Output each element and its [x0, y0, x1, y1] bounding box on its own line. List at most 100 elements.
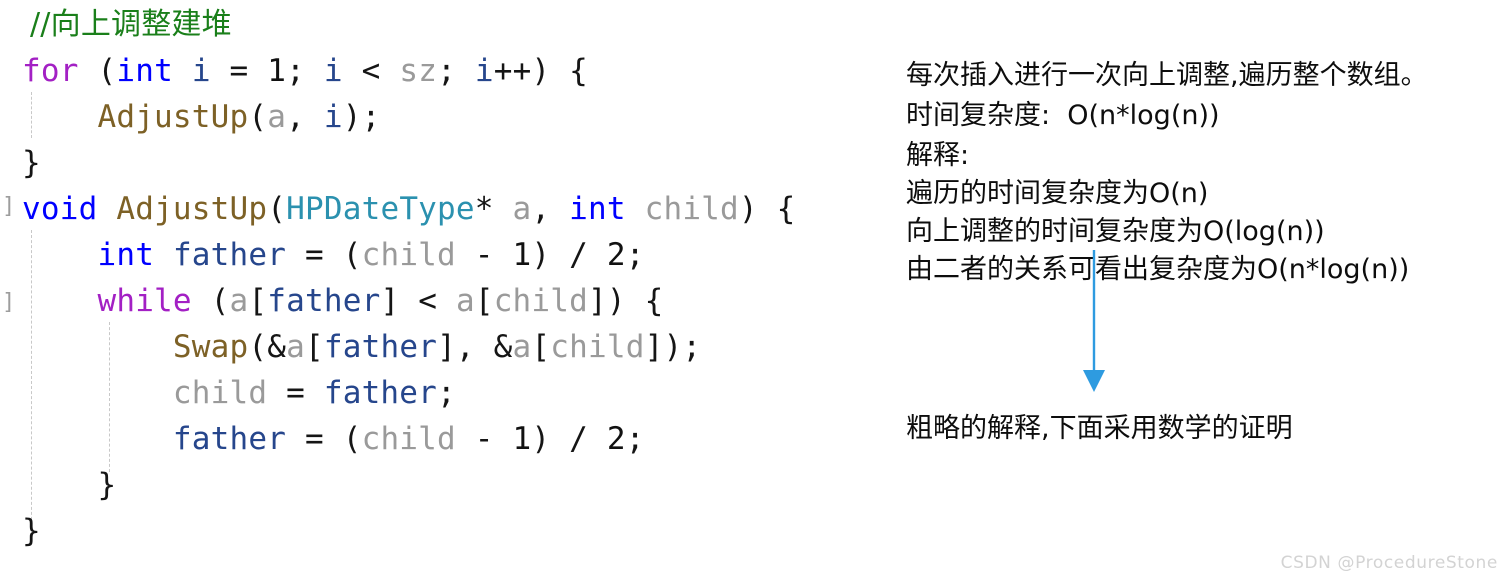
code-token: } — [22, 145, 41, 181]
code-token: ; — [286, 53, 324, 89]
annot-line-4: 遍历的时间复杂度为O(n) — [906, 178, 1209, 209]
code-token: = — [267, 375, 324, 411]
line-comment[interactable]: //向上调整建堆 — [0, 2, 910, 48]
annot-line-1: 每次插入进行一次向上调整,遍历整个数组。 — [906, 60, 1428, 91]
code-token: child — [361, 421, 456, 457]
line-for[interactable]: for (int i = 1; i < sz; i++) { — [0, 48, 902, 94]
code-token: 2 — [606, 237, 626, 273]
code-token: ) / — [531, 237, 607, 273]
code-token: ; — [437, 375, 456, 411]
code-token: (& — [248, 329, 287, 365]
line-swap[interactable]: Swap(&a[father], &a[child]); — [0, 324, 902, 370]
down-arrow-icon — [1083, 250, 1105, 392]
code-token: child — [550, 329, 645, 365]
code-token: i — [323, 99, 343, 135]
code-token: a — [512, 329, 532, 365]
code-token: ) / — [531, 421, 607, 457]
code-token: - — [455, 421, 513, 457]
code-token: int — [569, 191, 626, 227]
code-token: ]); — [644, 329, 702, 365]
code-token: ( — [191, 283, 230, 319]
code-token: void — [22, 191, 98, 227]
code-token: [ — [531, 329, 551, 365]
code-token: child — [172, 375, 268, 411]
code-token: int — [97, 237, 155, 273]
annot-line-2: 时间复杂度: O(n*log(n)) — [906, 100, 1220, 131]
code-token: sz — [399, 53, 438, 89]
annot-line-5: 向上调整的时间复杂度为O(log(n)) — [906, 216, 1325, 247]
code-token: ( — [248, 99, 268, 135]
line-func-decl[interactable]: void AdjustUp(HPDateType* a, int child) … — [0, 186, 902, 232]
code-token: father — [267, 283, 381, 319]
code-token: father — [323, 329, 438, 365]
csdn-watermark: CSDN @ProcedureStone — [1280, 553, 1498, 573]
code-token: [ — [474, 283, 494, 319]
code-token: for — [22, 53, 79, 89]
code-token: 2 — [606, 421, 626, 457]
code-token: child — [644, 191, 739, 227]
line-father-eq[interactable]: father = (child - 1) / 2; — [0, 416, 902, 462]
line-adjustup-call[interactable]: AdjustUp(a, i); — [0, 94, 902, 140]
code-token: ] < — [380, 283, 456, 319]
code-token: a — [455, 283, 475, 319]
code-token: ]) { — [588, 283, 664, 319]
code-token: father — [172, 237, 287, 273]
code-token: [ — [248, 283, 268, 319]
code-token: i — [191, 53, 211, 89]
code-token: //向上调整建堆 — [30, 7, 232, 42]
code-token: ++) { — [493, 53, 589, 89]
code-token: ( — [267, 191, 287, 227]
code-token: child — [361, 237, 456, 273]
code-token: , — [531, 191, 570, 227]
line-close-func[interactable]: } — [0, 508, 902, 554]
screenshot-root: ]] //向上调整建堆 for (int i = 1; i < sz; i++) … — [0, 0, 1512, 581]
code-token: - — [455, 237, 513, 273]
code-token: , — [286, 99, 324, 135]
code-token: = ( — [286, 421, 362, 457]
line-while[interactable]: while (a[father] < a[child]) { — [0, 278, 902, 324]
code-token: ; — [625, 421, 645, 457]
code-token: i — [474, 53, 494, 89]
code-token: int — [116, 53, 173, 89]
code-token: a — [512, 191, 532, 227]
code-token: = ( — [286, 237, 362, 273]
code-token: ; — [437, 53, 475, 89]
line-int-father[interactable]: int father = (child - 1) / 2; — [0, 232, 902, 278]
line-close-while[interactable]: } — [0, 462, 902, 508]
code-token: < — [342, 53, 400, 89]
code-token: Swap — [172, 329, 249, 365]
code-token: i — [323, 53, 343, 89]
code-token: 1 — [512, 421, 532, 457]
line-child-eq[interactable]: child = father; — [0, 370, 902, 416]
code-token: a — [286, 329, 305, 365]
code-token: = — [210, 53, 268, 89]
code-token: AdjustUp — [116, 191, 268, 227]
code-token: father — [172, 421, 287, 457]
code-token: while — [97, 283, 192, 319]
code-editor-pane[interactable]: ]] //向上调整建堆 for (int i = 1; i < sz; i++) … — [0, 0, 880, 581]
code-token: ) { — [738, 191, 796, 227]
code-token: ], & — [437, 329, 513, 365]
code-token: HPDateType — [286, 191, 475, 227]
annotation-pane: 每次插入进行一次向上调整,遍历整个数组。 时间复杂度: O(n*log(n)) 解释… — [906, 0, 1512, 581]
code-token: a — [267, 99, 287, 135]
line-close-for[interactable]: } — [0, 140, 902, 186]
annotation-footnote: 粗略的解释,下面采用数学的证明 — [906, 413, 1293, 444]
code-token: * — [474, 191, 513, 227]
code-token: ( — [97, 53, 117, 89]
annot-line-3: 解释: — [906, 140, 970, 171]
annot-line-6: 由二者的关系可看出复杂度为O(n*log(n)) — [906, 254, 1410, 285]
code-token: ); — [342, 99, 381, 135]
code-token: child — [493, 283, 589, 319]
code-token: ; — [625, 237, 645, 273]
code-token: } — [22, 513, 41, 549]
code-token: 1 — [512, 237, 532, 273]
